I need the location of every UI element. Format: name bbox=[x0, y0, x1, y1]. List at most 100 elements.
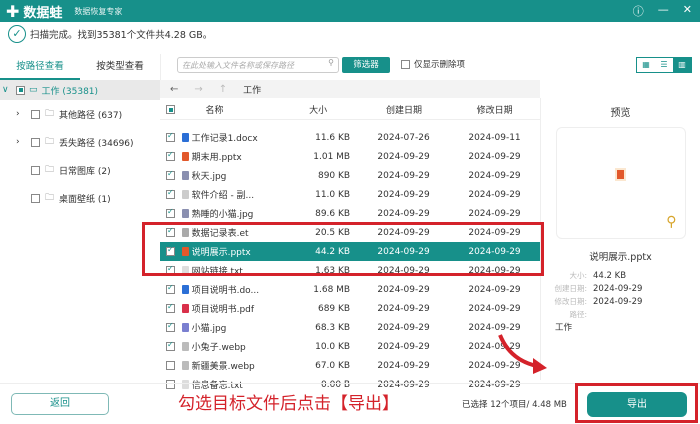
file-name: 数据记录表.et bbox=[191, 229, 249, 239]
file-size: 20.5 KB bbox=[315, 227, 351, 238]
drive-icon: ▭ bbox=[29, 85, 38, 95]
only-deleted-checkbox[interactable]: 仅显示删除项 bbox=[401, 58, 465, 70]
up-arrow-icon[interactable]: ↑ bbox=[219, 84, 227, 95]
search-input[interactable]: 在此处输入文件名称或保存路径 ⚲ bbox=[177, 57, 339, 73]
row-checkbox[interactable] bbox=[166, 226, 175, 237]
table-row[interactable]: 小兔子.webp10.0 KB2024-09-292024-09-29 bbox=[160, 337, 540, 356]
file-modified: 2024-09-29 bbox=[468, 227, 521, 238]
file-icon bbox=[181, 247, 189, 256]
help-icon[interactable]: ⓘ bbox=[633, 3, 644, 19]
table-row[interactable]: 新疆美景.webp 67.0 KB 2024-09-29 2024-09-29 bbox=[160, 356, 540, 375]
app-logo: ✚ 数据蛙 bbox=[6, 2, 62, 21]
file-list: 名称 大小 创建日期 修改日期 工作记录1.docx 11.6 KB 2024-07… bbox=[160, 100, 540, 394]
zoom-icon[interactable]: ⚲ bbox=[666, 214, 676, 230]
checkbox[interactable] bbox=[31, 165, 40, 175]
chevron-right-icon[interactable]: › bbox=[16, 137, 26, 147]
list-view-icon[interactable]: ☰ bbox=[655, 58, 673, 72]
column-created[interactable]: 创建日期 bbox=[359, 103, 450, 116]
footer: 返回 勾选目标文件后点击【导出】 已选择 12个项目/ 4.48 MB 导出 bbox=[0, 383, 700, 424]
folder-icon: 🗀 bbox=[45, 193, 55, 203]
table-row[interactable]: 小猫.jpg68.3 KB2024-09-292024-09-29 bbox=[160, 318, 540, 337]
tab-by-type[interactable]: 按类型查看 bbox=[80, 54, 160, 80]
row-checkbox[interactable] bbox=[166, 169, 175, 180]
row-checkbox[interactable] bbox=[166, 245, 175, 256]
row-checkbox[interactable] bbox=[166, 188, 175, 199]
file-created: 2024-07-26 bbox=[377, 132, 430, 143]
checkbox[interactable] bbox=[31, 137, 40, 147]
table-row[interactable]: 工作记录1.docx 11.6 KB 2024-07-26 2024-09-11 bbox=[160, 128, 540, 147]
search-icon[interactable]: ⚲ bbox=[328, 58, 334, 67]
tree-root-label: 工作 (35381) bbox=[41, 86, 99, 97]
checkbox[interactable] bbox=[16, 85, 25, 95]
file-modified: 2024-09-29 bbox=[468, 170, 521, 181]
forward-arrow-icon[interactable]: → bbox=[194, 84, 202, 95]
select-all-checkbox[interactable] bbox=[166, 105, 175, 114]
chevron-down-icon[interactable]: ∨ bbox=[2, 85, 12, 95]
column-modified[interactable]: 修改日期 bbox=[449, 103, 540, 116]
row-checkbox[interactable] bbox=[166, 283, 175, 294]
row-checkbox[interactable] bbox=[166, 150, 175, 161]
only-deleted-label: 仅显示删除项 bbox=[414, 60, 466, 70]
row-checkbox[interactable] bbox=[166, 321, 175, 332]
table-row[interactable]: 项目说明书.do... 1.68 MB 2024-09-29 2024-09-29 bbox=[160, 280, 540, 299]
tab-by-path[interactable]: 按路径查看 bbox=[0, 54, 80, 80]
folder-icon: 🗀 bbox=[45, 137, 55, 147]
table-row[interactable]: 项目说明书.pdf 689 KB 2024-09-29 2024-09-29 bbox=[160, 299, 540, 318]
file-size: 68.3 KB bbox=[315, 322, 351, 333]
file-name: 软件介绍 - 副... bbox=[191, 191, 255, 201]
checkbox[interactable] bbox=[31, 109, 40, 119]
nav-bar: ← → ↑ 工作 bbox=[160, 80, 540, 98]
column-size[interactable]: 大小 bbox=[286, 103, 359, 116]
row-checkbox[interactable] bbox=[166, 340, 175, 351]
tree-item[interactable]: 🗀 日常图库 (2) bbox=[0, 156, 160, 184]
tree-item[interactable]: 🗀 桌面壁纸 (1) bbox=[0, 184, 160, 212]
file-name: 网站链接.txt bbox=[191, 267, 243, 277]
file-size: 11.0 KB bbox=[315, 189, 351, 200]
export-button[interactable]: 导出 bbox=[587, 392, 687, 417]
tree-item[interactable]: › 🗀 丢失路径 (34696) bbox=[0, 128, 160, 156]
table-row[interactable]: 秋天.jpg 890 KB 2024-09-29 2024-09-29 bbox=[160, 166, 540, 185]
file-modified: 2024-09-11 bbox=[468, 132, 521, 143]
grid-view-icon[interactable]: ▦ bbox=[637, 58, 655, 72]
file-created: 2024-09-29 bbox=[377, 170, 430, 181]
file-name: 期末用.pptx bbox=[191, 153, 242, 163]
table-row[interactable]: 说明展示.pptx 44.2 KB 2024-09-29 2024-09-29 bbox=[160, 242, 540, 261]
tree-root[interactable]: ∨ ▭ 工作 (35381) bbox=[0, 80, 160, 100]
file-created: 2024-09-29 bbox=[377, 151, 430, 162]
file-icon bbox=[181, 190, 189, 199]
file-created: 2024-09-29 bbox=[377, 246, 430, 257]
app-name: 数据蛙 bbox=[23, 5, 63, 21]
table-row[interactable]: 期末用.pptx 1.01 MB 2024-09-29 2024-09-29 bbox=[160, 147, 540, 166]
file-name: 项目说明书.do... bbox=[191, 286, 260, 296]
tree-item[interactable]: › 🗀 其他路径 (637) bbox=[0, 100, 160, 128]
chevron-right-icon[interactable]: › bbox=[16, 109, 26, 119]
table-row[interactable]: 数据记录表.et 20.5 KB 2024-09-29 2024-09-29 bbox=[160, 223, 540, 242]
file-icon bbox=[181, 342, 189, 351]
column-name[interactable]: 名称 bbox=[176, 103, 286, 116]
table-row[interactable]: 软件介绍 - 副... 11.0 KB 2024-09-29 2024-09-29 bbox=[160, 185, 540, 204]
pptx-file-icon bbox=[614, 168, 626, 181]
file-name: 秋天.jpg bbox=[191, 172, 227, 182]
row-checkbox[interactable] bbox=[166, 361, 175, 370]
preview-box: ⚲ bbox=[555, 127, 686, 239]
row-checkbox[interactable] bbox=[166, 207, 175, 218]
minimize-icon[interactable]: — bbox=[658, 3, 669, 19]
table-row[interactable]: 熟睡的小猫.jpg 89.6 KB 2024-09-29 2024-09-29 bbox=[160, 204, 540, 223]
checkbox[interactable] bbox=[31, 193, 40, 203]
table-row[interactable]: 网站链接.txt 1.63 KB 2024-09-29 2024-09-29 bbox=[160, 261, 540, 280]
file-icon bbox=[181, 133, 189, 142]
filter-button[interactable]: 筛选器 bbox=[342, 57, 390, 73]
logo-cross-icon: ✚ bbox=[6, 1, 20, 21]
back-button[interactable]: 返回 bbox=[11, 393, 109, 415]
back-arrow-icon[interactable]: ← bbox=[170, 84, 178, 95]
file-name: 小兔子.webp bbox=[191, 343, 246, 353]
table-header: 名称 大小 创建日期 修改日期 bbox=[160, 100, 540, 120]
row-checkbox[interactable] bbox=[166, 264, 175, 275]
selected-info: 已选择 12个项目/ 4.48 MB bbox=[462, 400, 567, 410]
checkbox[interactable] bbox=[401, 59, 410, 69]
close-icon[interactable]: ✕ bbox=[683, 3, 692, 19]
row-checkbox[interactable] bbox=[166, 302, 175, 313]
detail-view-icon[interactable]: ▥ bbox=[673, 58, 691, 72]
row-checkbox[interactable] bbox=[166, 131, 175, 142]
file-name: 说明展示.pptx bbox=[191, 248, 251, 258]
